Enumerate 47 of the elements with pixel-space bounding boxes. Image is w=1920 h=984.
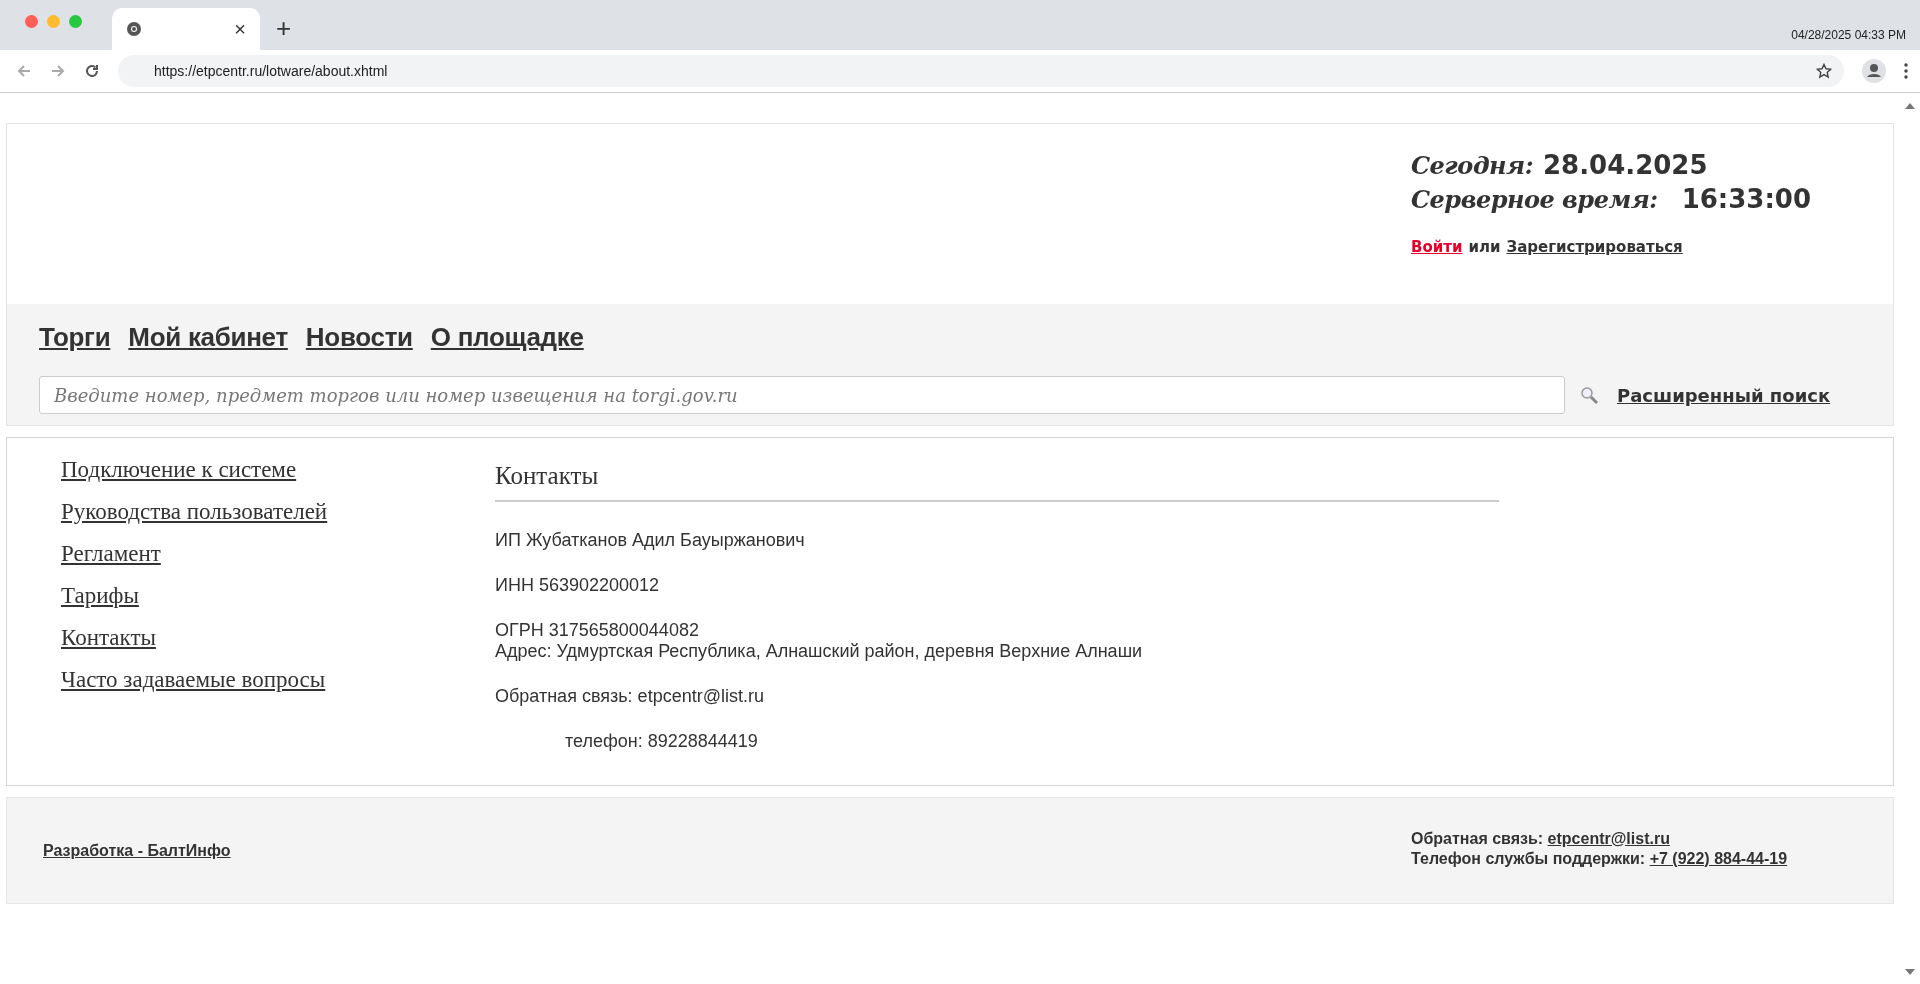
server-time: 16:33:00 [1681,184,1812,214]
sidebar-link[interactable]: Контакты [61,624,156,652]
email-link[interactable]: etpcentr@list.ru [1547,829,1670,847]
tab-close-button[interactable]: × [232,17,248,41]
developer-link[interactable]: Разработка - БалтИнфо [43,841,231,860]
server-time-label: Серверное время: [1411,185,1658,214]
advanced-search-link[interactable]: Расширенный поиск [1617,384,1831,406]
back-icon[interactable] [16,63,32,79]
close-window-icon[interactable] [25,15,38,28]
nav-link[interactable]: О площадке [430,322,584,362]
register-link[interactable]: Зарегистрироваться [1506,238,1683,256]
feedback-label: Обратная связь: [1411,829,1544,847]
nav-link[interactable]: Торги [39,322,111,362]
browser-tab[interactable]: × [112,8,260,50]
scroll-down-icon[interactable] [1905,969,1915,975]
contact-text: ИП Жубатканов Адил Бауыржанович [495,530,805,551]
sidebar-link[interactable]: Регламент [61,540,161,568]
star-icon[interactable] [1816,63,1832,79]
contact-text: Адрес: Удмуртская Республика, Алнашский район, деревня Верхние Алнаши [495,641,1143,662]
login-link[interactable]: Войти [1411,238,1463,256]
search-field[interactable]: Введите номер, предмет торгов или номер извещения на torgi.gov.ru [39,376,1565,414]
contact-text: телефон: 89228844419 [565,731,758,752]
contact-text: Обратная связь: etpcentr@list.ru [495,686,764,707]
page-heading: Контакты [495,462,1499,502]
search-icon[interactable] [1579,385,1599,405]
browser-logo-icon [126,21,142,37]
nav-link[interactable]: Новости [305,322,413,362]
today-label: Сегодня: [1411,151,1534,180]
scroll-up-icon[interactable] [1905,103,1915,109]
or-text: или [1468,238,1501,256]
today-date: 28.04.2025 [1543,150,1708,180]
sidebar-link[interactable]: Руководства пользователей [61,498,328,526]
reload-icon[interactable] [84,63,100,79]
sidebar-link[interactable]: Подключение к системе [61,456,297,484]
nav-link[interactable]: Мой кабинет [128,322,288,362]
support-phone-label: Телефон службы поддержки: [1411,849,1646,867]
timestamp: 04/28/2025 04:33 PM [1791,28,1906,42]
menu-icon[interactable] [1904,63,1908,79]
contact-text: ИНН 563902200012 [495,575,660,596]
sidebar-link[interactable]: Тарифы [61,582,139,610]
profile-icon[interactable] [1862,59,1886,83]
new-tab-button[interactable]: + [272,13,296,44]
forward-icon[interactable] [50,63,66,79]
address-bar[interactable]: https://etpcentr.ru/lotware/about.xhtml [118,55,1844,87]
sidebar-link[interactable]: Часто задаваемые вопросы [61,666,326,694]
contact-text: ОГРН 317565800044082 [495,620,699,641]
phone-link[interactable]: +7 (922) 884-44-19 [1649,849,1788,867]
